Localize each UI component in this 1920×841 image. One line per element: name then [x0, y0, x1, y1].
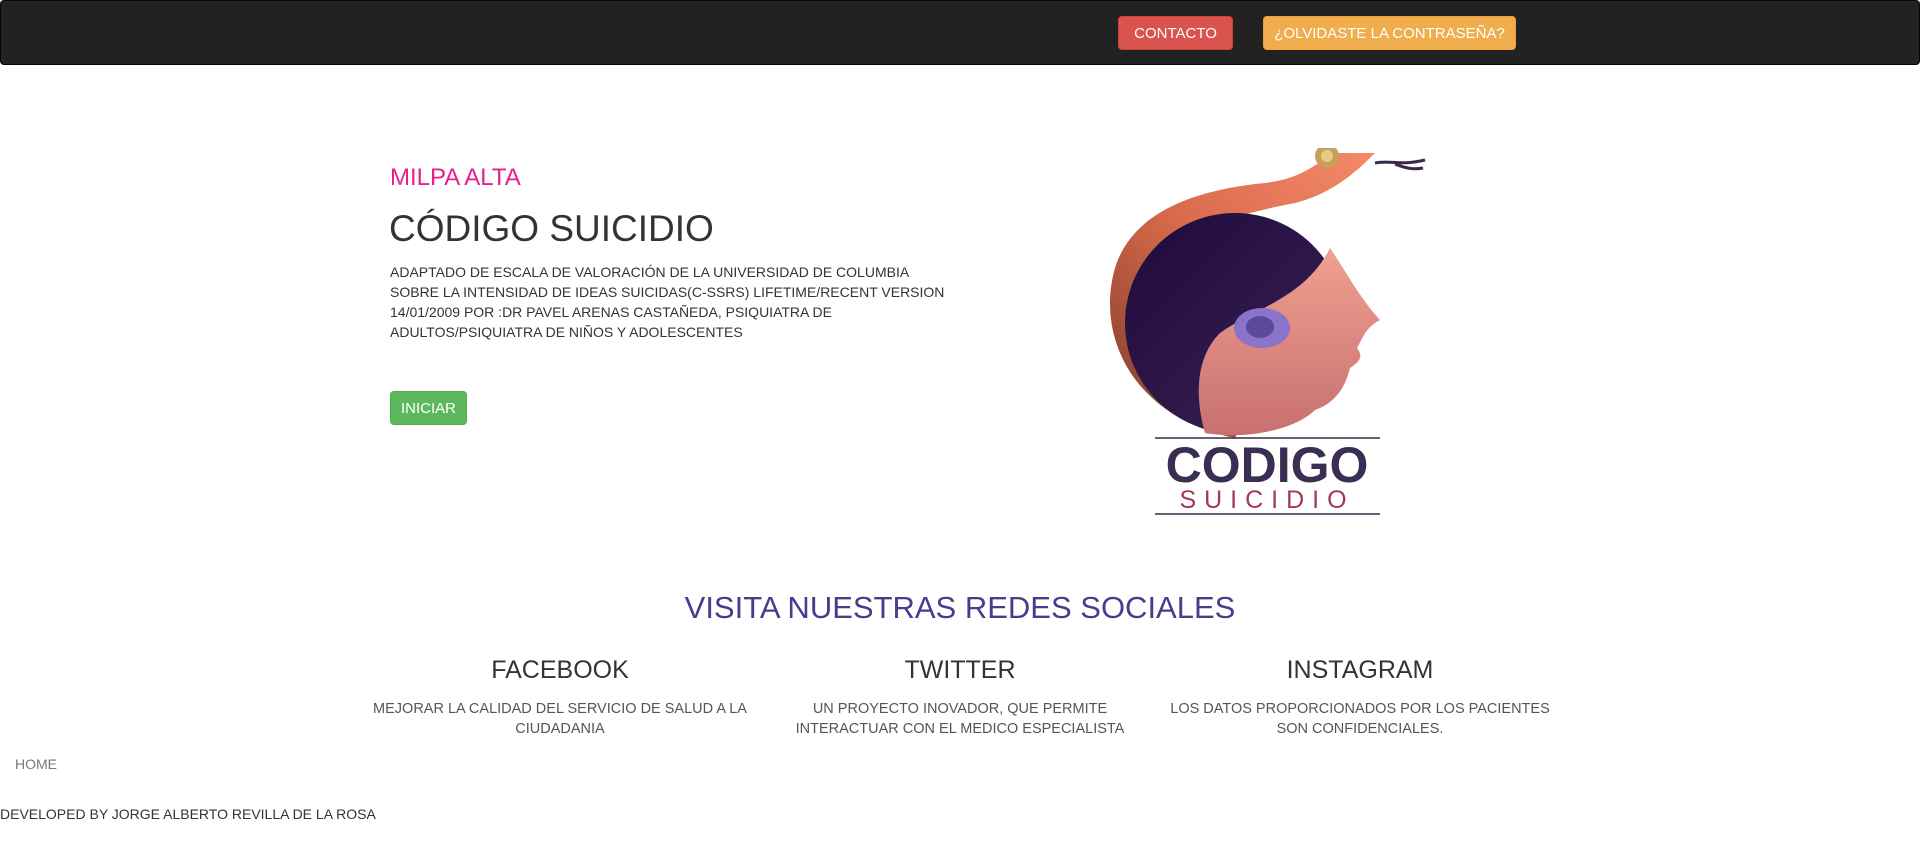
footer-credits: DEVELOPED BY JORGE ALBERTO REVILLA DE LA… — [0, 806, 376, 822]
instagram-column: INSTAGRAM LOS DATOS PROPORCIONADOS POR L… — [1170, 656, 1550, 739]
social-heading: VISITA NUESTRAS REDES SOCIALES — [684, 590, 1236, 625]
codigo-suicidio-logo: CODIGO SUICIDIO — [1110, 148, 1426, 515]
twitter-column: TWITTER UN PROYECTO INOVADOR, QUE PERMIT… — [770, 656, 1150, 739]
contact-button[interactable]: CONTACTO — [1118, 16, 1233, 50]
twitter-title: TWITTER — [904, 656, 1016, 684]
forgot-password-button[interactable]: ¿OLVIDASTE LA CONTRASEÑA? — [1263, 16, 1516, 50]
location-label: MILPA ALTA — [390, 164, 521, 191]
logo-word-suicidio: SUICIDIO — [1179, 486, 1354, 514]
eye-pupil — [1246, 316, 1274, 338]
twitter-text: UN PROYECTO INOVADOR, QUE PERMITE INTERA… — [795, 701, 1125, 737]
instagram-text: LOS DATOS PROPORCIONADOS POR LOS PACIENT… — [1170, 701, 1550, 737]
snake-eye — [1321, 150, 1333, 162]
facebook-title: FACEBOOK — [491, 656, 629, 684]
home-link[interactable]: HOME — [15, 756, 57, 772]
page-title: CÓDIGO SUICIDIO — [389, 208, 714, 249]
facebook-text: MEJORAR LA CALIDAD DEL SERVICIO DE SALUD… — [373, 701, 747, 737]
start-button[interactable]: INICIAR — [390, 391, 467, 425]
hero-description: ADAPTADO DE ESCALA DE VALORACIÓN DE LA U… — [390, 264, 945, 340]
snake-tongue — [1374, 158, 1426, 171]
logo-word-codigo: CODIGO — [1166, 437, 1369, 493]
facebook-column: FACEBOOK MEJORAR LA CALIDAD DEL SERVICIO… — [370, 656, 750, 739]
top-navbar: CONTACTO ¿OLVIDASTE LA CONTRASEÑA? — [0, 0, 1920, 65]
instagram-title: INSTAGRAM — [1286, 656, 1434, 684]
